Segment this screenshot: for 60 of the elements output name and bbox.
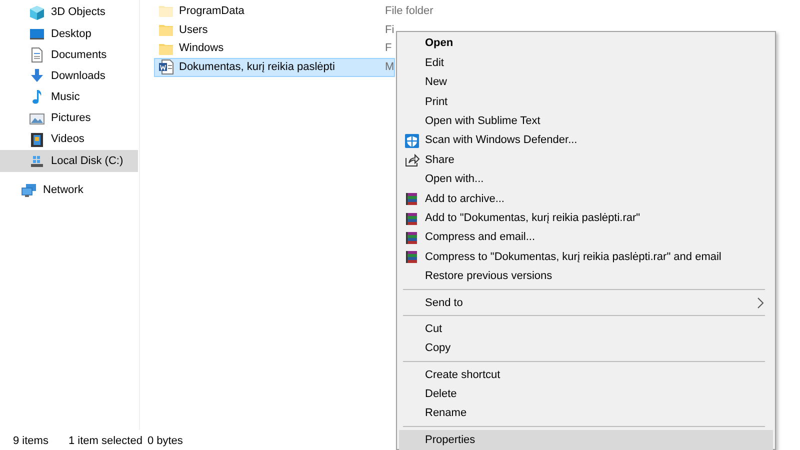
film-icon bbox=[29, 132, 45, 148]
sidebar-item[interactable]: Music bbox=[0, 86, 138, 108]
document-icon bbox=[29, 46, 45, 63]
cube-icon bbox=[29, 4, 45, 21]
archive-stack-icon bbox=[404, 191, 420, 208]
menu-item[interactable]: Restore previous versions bbox=[399, 266, 773, 286]
folder-icon bbox=[158, 3, 174, 20]
sidebar-item[interactable]: 3D Objects bbox=[0, 2, 138, 24]
menu-item[interactable]: Open bbox=[399, 34, 773, 54]
file-name: Users bbox=[179, 22, 208, 38]
menu-item[interactable]: Scan with Windows Defender... bbox=[399, 130, 773, 150]
menu-item[interactable]: Send to bbox=[399, 293, 773, 312]
menu-item[interactable]: Add to "Dokumentas, kurį reikia paslėpti.rar" bbox=[399, 208, 773, 228]
file-type: F bbox=[385, 41, 392, 56]
share-icon bbox=[404, 152, 420, 168]
menu-item[interactable]: Create shortcut bbox=[399, 365, 773, 385]
shield-icon bbox=[404, 132, 420, 149]
sidebar-item[interactable]: Documents bbox=[0, 44, 138, 66]
file-row[interactable]: Users Fi bbox=[154, 20, 396, 40]
archive-stack-icon bbox=[404, 230, 420, 246]
file-type: File folder bbox=[385, 4, 434, 20]
selection-size: 0 bytes bbox=[147, 434, 183, 449]
menu-item[interactable]: Properties bbox=[399, 430, 773, 450]
download-arrow-icon bbox=[29, 68, 45, 84]
archive-stack-icon bbox=[404, 210, 420, 227]
menu-item[interactable]: Share bbox=[399, 150, 773, 170]
file-type: Fi bbox=[385, 22, 394, 38]
menu-item[interactable]: Copy bbox=[399, 338, 773, 358]
file-name: Windows bbox=[179, 41, 224, 56]
menu-item[interactable]: New bbox=[399, 72, 773, 92]
menu-item[interactable]: Cut bbox=[399, 319, 773, 339]
selection-count: 1 item selected bbox=[68, 434, 142, 449]
sidebar-item[interactable]: Videos bbox=[0, 129, 138, 150]
menu-item[interactable]: Delete bbox=[399, 384, 773, 404]
file-row[interactable]: Dokumentas, kurį reikia paslėpti M bbox=[154, 58, 396, 77]
chevron-right-icon bbox=[757, 297, 765, 310]
sidebar-item[interactable]: Downloads bbox=[0, 66, 138, 87]
sidebar-item[interactable]: Desktop bbox=[0, 23, 138, 44]
menu-item[interactable]: Rename bbox=[399, 404, 773, 424]
folder-icon bbox=[158, 22, 174, 38]
menu-item[interactable]: Edit bbox=[399, 53, 773, 73]
file-name: Dokumentas, kurį reikia paslėpti bbox=[179, 60, 335, 76]
network-icon bbox=[21, 182, 37, 198]
archive-stack-icon bbox=[404, 249, 420, 266]
sidebar-item[interactable]: Network bbox=[0, 180, 138, 201]
file-row[interactable]: Windows F bbox=[154, 39, 394, 58]
menu-item[interactable]: Compress and email... bbox=[399, 228, 773, 248]
menu-item[interactable]: Print bbox=[399, 92, 773, 112]
item-count: 9 items bbox=[13, 434, 48, 449]
file-row[interactable]: ProgramData File folder bbox=[154, 2, 434, 21]
menu-item[interactable]: Add to archive... bbox=[399, 189, 773, 209]
word-document-icon bbox=[158, 59, 174, 76]
file-name: ProgramData bbox=[179, 4, 244, 20]
menu-item[interactable]: Open with Sublime Text bbox=[399, 112, 773, 131]
picture-icon bbox=[29, 110, 45, 127]
sidebar-item[interactable]: Pictures bbox=[0, 108, 138, 130]
menu-item[interactable]: Open with... bbox=[399, 170, 773, 190]
menu-item[interactable]: Compress to "Dokumentas, kurį reikia paslėpti.rar" and email bbox=[399, 247, 773, 267]
sidebar-item[interactable]: Local Disk (C:) bbox=[0, 150, 138, 172]
file-type: M bbox=[385, 60, 394, 76]
